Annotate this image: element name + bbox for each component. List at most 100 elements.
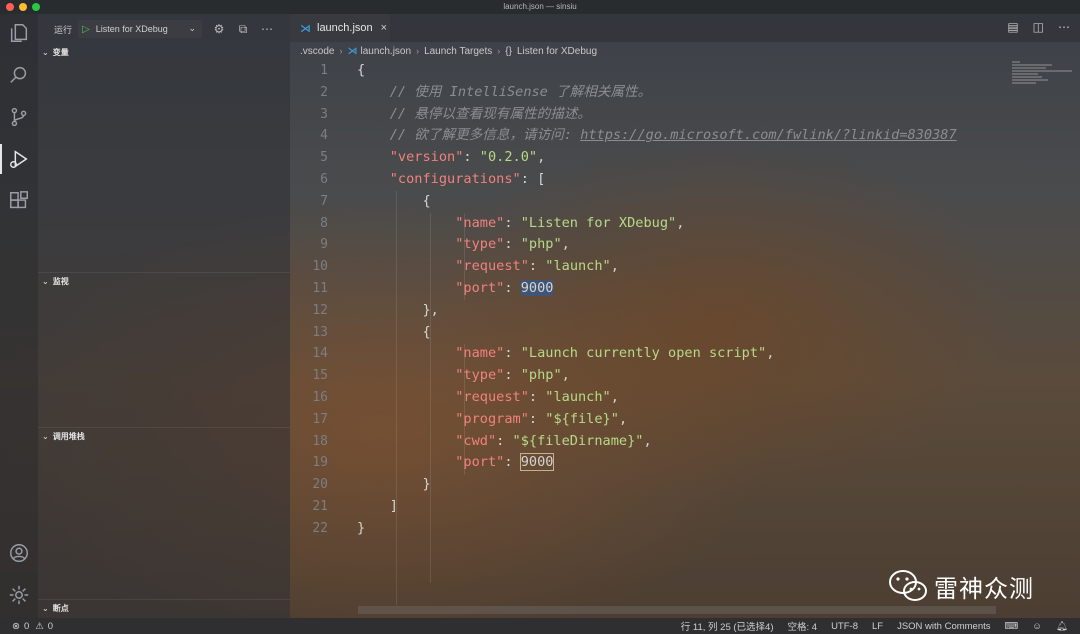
line-number: 22 [312, 520, 328, 536]
section-call-stack[interactable]: ⌄ 调用堆栈 [38, 428, 290, 444]
launch-config-name: Listen for XDebug [95, 24, 168, 34]
chevron-right-icon: › [497, 46, 501, 56]
open-settings-icon[interactable]: ▤ [1007, 20, 1018, 34]
section-call-stack-label: 调用堆栈 [52, 431, 85, 441]
section-breakpoints[interactable]: ⌄ 断点 [38, 600, 290, 616]
wechat-logo-icon [888, 569, 928, 603]
code-line: "configurations": [ [389, 170, 546, 187]
chevron-right-icon: › [416, 46, 420, 56]
encoding[interactable]: UTF-8 [831, 621, 858, 632]
line-number: 17 [312, 411, 328, 427]
code-line: // 欲了解更多信息，请访问: https://go.microsoft.com… [357, 127, 957, 144]
line-number: 10 [312, 259, 328, 275]
code-line: "type": "php", [455, 367, 570, 384]
language-mode[interactable]: JSON with Comments [897, 621, 990, 632]
code-line: "port": 9000 [455, 453, 555, 472]
object-icon: {} [505, 45, 512, 57]
line-number: 7 [320, 193, 328, 209]
debug-console-icon[interactable]: ⧉ [236, 22, 250, 37]
status-bar: ⊗ 0 ⚠ 0 行 11, 列 25 (已选择4) 空格: 4 UTF-8 LF… [0, 618, 1080, 634]
explorer-icon[interactable] [0, 14, 38, 52]
section-variables-label: 变量 [52, 47, 69, 57]
breadcrumb: .vscode › ⋊ launch.json › Launch Targets… [300, 42, 597, 60]
manage-gear-icon[interactable] [0, 576, 38, 614]
error-icon: ⊗ [12, 620, 20, 632]
search-icon[interactable] [0, 56, 38, 94]
warning-count: 0 [47, 620, 54, 632]
run-label: 运行 [54, 24, 73, 35]
code-line: "program": "${file}", [455, 410, 628, 427]
line-number: 16 [312, 389, 328, 405]
code-lines[interactable]: { // 使用 IntelliSense 了解相关属性。 // 悬停以查看现有属… [357, 60, 957, 540]
window-controls[interactable] [6, 3, 40, 11]
source-control-icon[interactable] [0, 98, 38, 136]
more-actions-icon[interactable]: ⋯ [260, 22, 274, 36]
notifications-bell-icon[interactable]: 🔔︎ [1056, 621, 1068, 632]
code-line: { [357, 323, 431, 340]
chevron-down-icon: ⌄ [42, 47, 49, 57]
section-variables[interactable]: ⌄ 变量 [38, 44, 290, 60]
run-toolbar: 运行 ▷ Listen for XDebug ⌄ ⚙ ⧉ ⋯ [38, 14, 290, 44]
section-breakpoints-label: 断点 [52, 603, 69, 613]
section-watch-label: 监视 [52, 276, 69, 286]
line-number: 18 [312, 433, 328, 449]
close-window-button[interactable] [6, 3, 14, 11]
editor-actions: ▤ ◫ ⋯ [1007, 20, 1070, 34]
more-actions-icon[interactable]: ⋯ [1058, 20, 1070, 34]
line-number: 14 [312, 346, 328, 362]
code-line: } [357, 476, 431, 493]
code-line: "request": "launch", [455, 388, 619, 405]
breadcrumb-file[interactable]: launch.json [360, 46, 411, 57]
line-number-gutter: 1 2 3 4 5 6 7 8 9 10 11 12 13 14 15 16 1… [290, 60, 346, 540]
run-debug-icon[interactable] [0, 140, 38, 178]
line-number: 11 [312, 280, 328, 296]
line-number: 20 [312, 477, 328, 493]
close-icon[interactable]: × [381, 22, 387, 34]
line-number: 12 [312, 302, 328, 318]
watermark: 雷神众测 [888, 566, 1034, 606]
line-number: 6 [320, 171, 328, 187]
breadcrumb-node-listen[interactable]: Listen for XDebug [517, 46, 597, 57]
editor-tabs: ⋊ launch.json × ▤ ◫ ⋯ [290, 14, 1080, 42]
minimize-window-button[interactable] [19, 3, 27, 11]
chevron-down-icon: ⌄ [42, 603, 49, 613]
remote-icon[interactable]: ⌨ [1005, 621, 1019, 632]
window-title: launch.json — sinsiu [503, 2, 577, 11]
breadcrumb-folder[interactable]: .vscode [300, 46, 334, 57]
line-number: 15 [312, 368, 328, 384]
debug-sidebar: 运行 ▷ Listen for XDebug ⌄ ⚙ ⧉ ⋯ ⌄ 变量 ⌄ 监视… [38, 14, 290, 618]
problems-status[interactable]: ⊗ 0 ⚠ 0 [12, 618, 53, 634]
code-line: "name": "Listen for XDebug", [455, 214, 685, 231]
account-icon[interactable] [0, 534, 38, 572]
title-bar: launch.json — sinsiu [0, 0, 1080, 14]
minimap[interactable] [1012, 60, 1074, 100]
horizontal-scrollbar[interactable] [358, 606, 996, 614]
start-debugging-icon[interactable]: ▷ [82, 24, 90, 35]
zoom-window-button[interactable] [32, 3, 40, 11]
feedback-icon[interactable]: ☺ [1032, 621, 1042, 632]
docs-link[interactable]: https://go.microsoft.com/fwlink/?linkid=… [580, 127, 956, 143]
code-line: "type": "php", [455, 236, 570, 253]
line-number: 9 [320, 237, 328, 253]
end-of-line[interactable]: LF [872, 621, 883, 632]
chevron-down-icon: ⌄ [42, 276, 49, 286]
line-number: 2 [320, 84, 328, 100]
line-number: 4 [320, 128, 328, 144]
cursor-position[interactable]: 行 11, 列 25 (已选择4) [681, 619, 774, 633]
indentation[interactable]: 空格: 4 [788, 619, 818, 633]
extensions-icon[interactable] [0, 182, 38, 220]
watermark-text: 雷神众测 [934, 574, 1034, 603]
split-editor-icon[interactable]: ◫ [1033, 20, 1044, 34]
code-editor[interactable]: 1 2 3 4 5 6 7 8 9 10 11 12 13 14 15 16 1… [290, 60, 1012, 606]
settings-gear-icon[interactable]: ⚙ [212, 22, 226, 36]
section-watch[interactable]: ⌄ 监视 [38, 273, 290, 289]
chevron-down-icon[interactable]: ⌄ [188, 23, 196, 34]
line-number: 19 [312, 455, 328, 471]
code-line: "port": 9000 [455, 279, 554, 296]
breadcrumb-node-launch-targets[interactable]: Launch Targets [424, 46, 492, 57]
tab-launch-json[interactable]: ⋊ launch.json × [290, 14, 390, 42]
code-line: }, [357, 301, 439, 318]
activity-bar [0, 14, 38, 618]
line-number: 5 [320, 150, 328, 166]
launch-config-dropdown[interactable]: ▷ Listen for XDebug ⌄ [78, 20, 203, 38]
